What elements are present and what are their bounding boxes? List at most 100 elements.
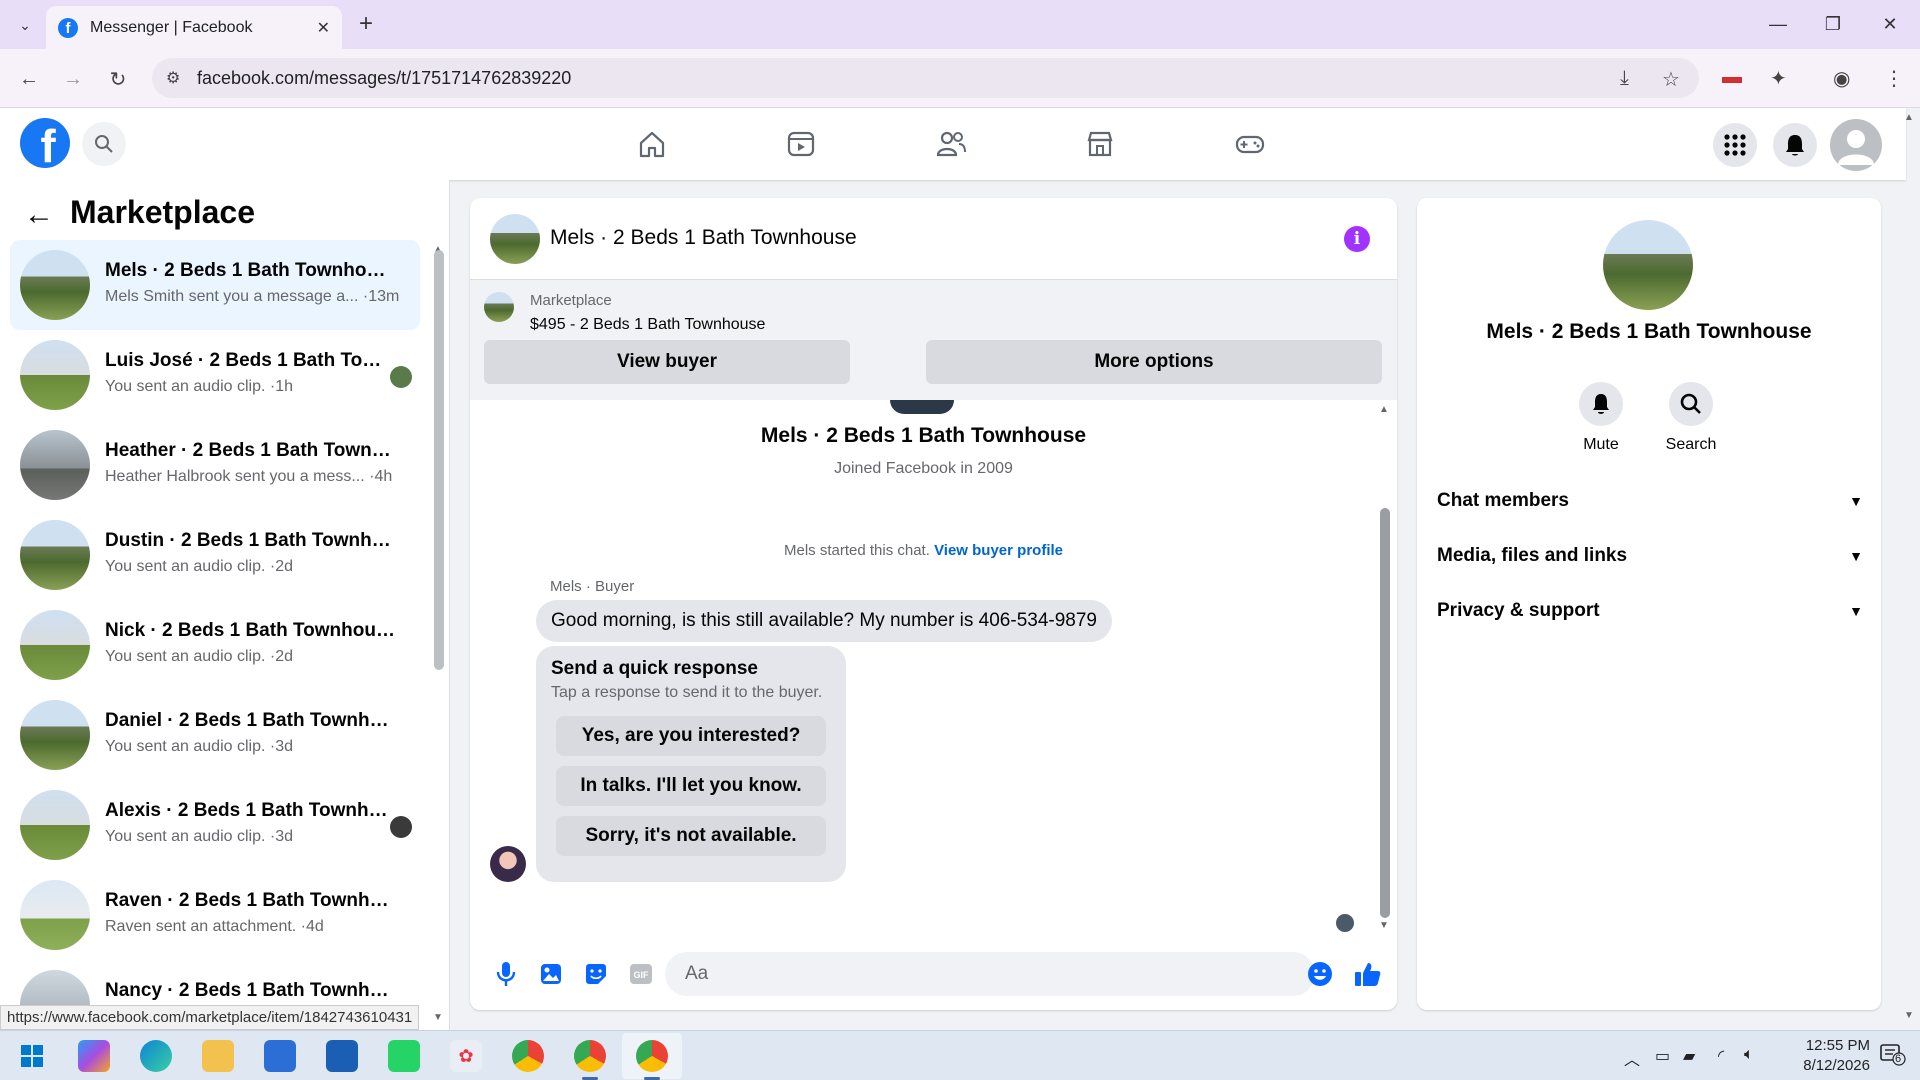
conversation-name: Nancy · 2 Beds 1 Bath Townhouse <box>105 980 395 1001</box>
sender-avatar[interactable] <box>490 846 526 882</box>
minimize-icon[interactable]: — <box>1758 10 1798 38</box>
color-app-icon[interactable]: ✿ <box>450 1040 482 1072</box>
conversation-item[interactable]: Dustin · 2 Beds 1 Bath Townhouse You sen… <box>10 510 420 600</box>
back-arrow-icon[interactable]: ← <box>24 198 54 232</box>
tab-search-dropdown-icon[interactable]: ⌄ <box>12 12 38 38</box>
file-explorer-icon[interactable] <box>202 1040 234 1072</box>
like-thumb-icon[interactable] <box>1354 960 1382 988</box>
friends-icon[interactable] <box>921 120 981 168</box>
emoji-icon[interactable] <box>1306 960 1334 988</box>
read-receipt-avatar <box>390 816 412 838</box>
quick-response-button[interactable]: Sorry, it's not available. <box>556 816 826 856</box>
page-scroll-down-arrow-icon[interactable]: ▼ <box>1904 1010 1914 1021</box>
extensions-puzzle-icon[interactable]: ✦ <box>1770 66 1787 91</box>
address-bar[interactable]: ⚙ facebook.com/messages/t/17517147628392… <box>152 58 1699 98</box>
taskbar-clock[interactable]: 12:55 PM 8/12/2026 <box>1770 1036 1870 1076</box>
scroll-down-arrow-icon[interactable]: ▼ <box>433 1012 443 1023</box>
status-bar-url: https://www.facebook.com/marketplace/ite… <box>0 1005 420 1030</box>
menu-grid-icon[interactable] <box>1713 123 1757 167</box>
sticker-icon[interactable] <box>582 960 610 988</box>
quick-response-button[interactable]: Yes, are you interested? <box>556 716 826 756</box>
close-window-icon[interactable]: ✕ <box>1870 10 1910 38</box>
conversation-item[interactable]: Heather · 2 Beds 1 Bath Townho... Heathe… <box>10 420 420 510</box>
outlook-icon[interactable] <box>326 1040 358 1072</box>
chrome-profile-icon[interactable] <box>574 1040 606 1080</box>
site-info-icon[interactable]: ⚙ <box>166 68 180 88</box>
microsoft-store-icon[interactable] <box>264 1040 296 1072</box>
chat-scrollbar[interactable] <box>1380 508 1390 918</box>
conversation-item[interactable]: Luis José · 2 Beds 1 Bath Town... You se… <box>10 330 420 420</box>
windows-start-icon[interactable] <box>16 1040 48 1072</box>
tray-overflow-chevron-icon[interactable]: ︿ <box>1624 1046 1640 1070</box>
tab-close-icon[interactable]: ✕ <box>317 18 330 38</box>
marketplace-icon[interactable] <box>1070 120 1130 168</box>
chat-info-name: Mels · 2 Beds 1 Bath Townhouse <box>1486 320 1812 343</box>
chat-panel: Mels · 2 Beds 1 Bath Townhouse i Marketp… <box>470 198 1397 1010</box>
windows-taskbar: ✿ ︿ ▭ ▰ ◜ 🔈︎ 12:55 PM 8/12/2026 6 <box>0 1030 1920 1080</box>
gif-icon[interactable]: GIF <box>627 960 655 988</box>
chrome-menu-icon[interactable]: ⋮ <box>1884 66 1904 91</box>
volume-icon[interactable]: 🔈︎ <box>1744 1046 1754 1064</box>
extension-red-icon[interactable]: ▬ <box>1722 66 1742 89</box>
info-icon[interactable]: i <box>1344 226 1370 252</box>
photo-icon[interactable] <box>537 960 565 988</box>
quick-response-card: Send a quick response Tap a response to … <box>536 646 846 882</box>
whatsapp-icon[interactable] <box>388 1040 420 1072</box>
bookmark-star-icon[interactable]: ☆ <box>1662 67 1680 92</box>
wifi-icon[interactable]: ◜ <box>1718 1046 1724 1066</box>
conversation-item[interactable]: Nick · 2 Beds 1 Bath Townhouse You sent … <box>10 600 420 690</box>
conversation-item[interactable]: Raven · 2 Beds 1 Bath Townhouse Raven se… <box>10 870 420 960</box>
conversation-item[interactable]: Daniel · 2 Beds 1 Bath Townhouse You sen… <box>10 690 420 780</box>
media-files-links-section[interactable]: Media, files and links ▼ <box>1437 536 1863 576</box>
message-bubble[interactable]: Good morning, is this still available? M… <box>536 600 1112 642</box>
mute-label: Mute <box>1583 436 1619 453</box>
page-scroll-up-arrow-icon[interactable]: ▲ <box>1904 112 1914 123</box>
listing-price[interactable]: $495 - 2 Beds 1 Bath Townhouse <box>530 316 765 334</box>
conversation-item[interactable]: Alexis · 2 Beds 1 Bath Townho... You sen… <box>10 780 420 870</box>
gaming-icon[interactable] <box>1220 120 1280 168</box>
left-scrollbar[interactable] <box>434 250 444 670</box>
facebook-logo-icon[interactable]: f <box>20 118 70 168</box>
listing-thumbnail <box>20 340 90 410</box>
view-buyer-profile-link[interactable]: View buyer profile <box>934 542 1063 559</box>
svg-text:GIF: GIF <box>634 970 650 980</box>
microphone-icon[interactable] <box>492 960 520 988</box>
chrome-active-icon[interactable] <box>636 1040 668 1080</box>
facebook-search-icon[interactable] <box>82 122 126 166</box>
copilot-icon[interactable] <box>78 1040 110 1072</box>
home-icon[interactable] <box>622 120 682 168</box>
reload-icon[interactable]: ↻ <box>103 64 133 94</box>
notification-center-icon[interactable]: 6 <box>1880 1043 1906 1067</box>
mute-button[interactable]: Mute <box>1561 382 1641 454</box>
new-tab-icon[interactable]: + <box>352 10 380 38</box>
conversation-item[interactable]: Mels · 2 Beds 1 Bath Townhouse Mels Smit… <box>10 240 420 330</box>
notifications-bell-icon[interactable] <box>1773 123 1817 167</box>
chevron-down-icon: ▼ <box>1849 548 1863 564</box>
listing-thumbnail <box>20 700 90 770</box>
listing-thumbnail <box>20 520 90 590</box>
chat-members-section[interactable]: Chat members ▼ <box>1437 481 1863 521</box>
install-app-icon[interactable]: ⤓ <box>1620 67 1629 90</box>
profile-avatar[interactable] <box>1830 119 1882 171</box>
view-buyer-button[interactable]: View buyer <box>484 340 850 384</box>
chat-scroll-down-arrow-icon[interactable]: ▼ <box>1379 920 1389 931</box>
back-icon[interactable]: ← <box>14 64 44 94</box>
chat-title[interactable]: Mels · 2 Beds 1 Bath Townhouse <box>550 226 857 250</box>
video-icon[interactable] <box>771 120 831 168</box>
chat-avatar[interactable] <box>490 214 540 264</box>
chrome-icon[interactable] <box>512 1040 544 1072</box>
edge-icon[interactable] <box>140 1040 172 1072</box>
privacy-support-section[interactable]: Privacy & support ▼ <box>1437 591 1863 631</box>
profile-icon[interactable]: ◉ <box>1833 66 1850 91</box>
battery-icon[interactable]: ▰ <box>1683 1046 1695 1066</box>
conversation-preview: Mels Smith sent you a message a... ·13m <box>105 288 400 305</box>
restore-icon[interactable]: ❐ <box>1813 10 1853 38</box>
browser-tab-active[interactable]: f Messenger | Facebook ✕ <box>46 6 342 49</box>
meet-now-icon[interactable]: ▭ <box>1655 1046 1670 1066</box>
search-in-chat-button[interactable]: Search <box>1651 382 1731 454</box>
message-input[interactable] <box>665 952 1315 996</box>
quick-response-button[interactable]: In talks. I'll let you know. <box>556 766 826 806</box>
more-options-button[interactable]: More options <box>926 340 1382 384</box>
forward-icon[interactable]: → <box>58 64 88 94</box>
chat-scroll-up-arrow-icon[interactable]: ▲ <box>1379 404 1389 415</box>
